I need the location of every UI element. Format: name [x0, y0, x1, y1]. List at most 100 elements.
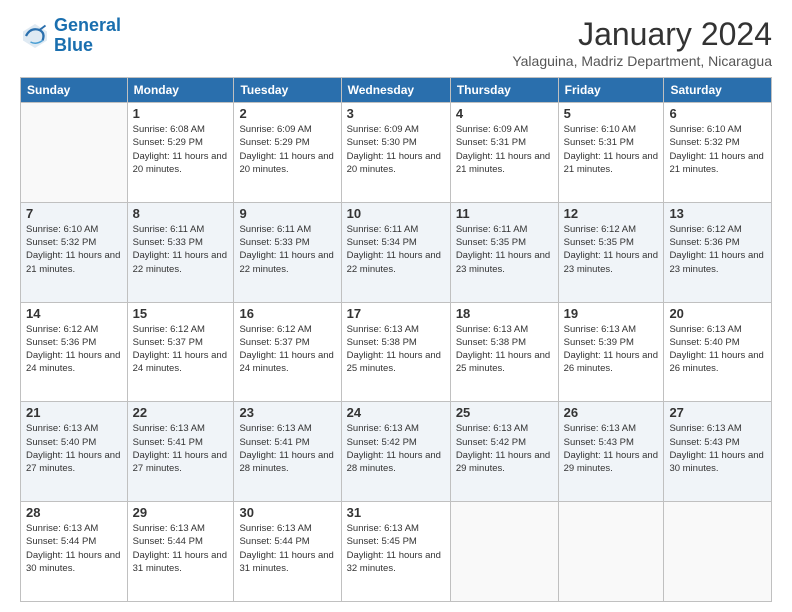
- header-thursday: Thursday: [450, 78, 558, 103]
- cell-week4-day5: 26Sunrise: 6:13 AMSunset: 5:43 PMDayligh…: [558, 402, 664, 502]
- day-info: Sunrise: 6:12 AMSunset: 5:37 PMDaylight:…: [133, 323, 229, 376]
- cell-week2-day6: 13Sunrise: 6:12 AMSunset: 5:36 PMDayligh…: [664, 202, 772, 302]
- day-number: 4: [456, 106, 553, 121]
- logo-line2: Blue: [54, 35, 93, 55]
- cell-week4-day3: 24 Sunrise: 6:13 AMSunset: 5:42 PMDayligh…: [341, 402, 450, 502]
- cell-week5-day0: 28Sunrise: 6:13 AMSunset: 5:44 PMDayligh…: [21, 502, 128, 602]
- cell-week4-day0: 21 Sunrise: 6:13 AMSunset: 5:40 PMDayligh…: [21, 402, 128, 502]
- cell-week3-day2: 16 Sunrise: 6:12 AMSunset: 5:37 PMDayligh…: [234, 302, 341, 402]
- cell-week4-day4: 25Sunrise: 6:13 AMSunset: 5:42 PMDayligh…: [450, 402, 558, 502]
- cell-week1-day5: 5 Sunrise: 6:10 AMSunset: 5:31 PMDaylight…: [558, 103, 664, 203]
- day-info: Sunrise: 6:12 AMSunset: 5:35 PMDaylight:…: [564, 223, 659, 276]
- week-row-5: 28Sunrise: 6:13 AMSunset: 5:44 PMDayligh…: [21, 502, 772, 602]
- day-number: 2: [239, 106, 335, 121]
- cell-week3-day0: 14 Sunrise: 6:12 AMSunset: 5:36 PMDayligh…: [21, 302, 128, 402]
- page: General Blue January 2024 Yalaguina, Mad…: [0, 0, 792, 612]
- day-number: 12: [564, 206, 659, 221]
- cell-week2-day1: 8 Sunrise: 6:11 AMSunset: 5:33 PMDaylight…: [127, 202, 234, 302]
- day-number: 21: [26, 405, 122, 420]
- week-row-2: 7Sunrise: 6:10 AMSunset: 5:32 PMDaylight…: [21, 202, 772, 302]
- day-number: 25: [456, 405, 553, 420]
- cell-week3-day3: 17 Sunrise: 6:13 AMSunset: 5:38 PMDayligh…: [341, 302, 450, 402]
- location-subtitle: Yalaguina, Madriz Department, Nicaragua: [512, 53, 772, 69]
- cell-week5-day3: 31 Sunrise: 6:13 AMSunset: 5:45 PMDayligh…: [341, 502, 450, 602]
- day-number: 8: [133, 206, 229, 221]
- day-number: 9: [239, 206, 335, 221]
- cell-week1-day4: 4 Sunrise: 6:09 AMSunset: 5:31 PMDaylight…: [450, 103, 558, 203]
- day-number: 19: [564, 306, 659, 321]
- day-info: Sunrise: 6:13 AMSunset: 5:38 PMDaylight:…: [456, 323, 553, 376]
- cell-week3-day5: 19 Sunrise: 6:13 AMSunset: 5:39 PMDayligh…: [558, 302, 664, 402]
- cell-week5-day2: 30Sunrise: 6:13 AMSunset: 5:44 PMDayligh…: [234, 502, 341, 602]
- day-info: Sunrise: 6:11 AMSunset: 5:35 PMDaylight:…: [456, 223, 553, 276]
- day-info: Sunrise: 6:13 AMSunset: 5:44 PMDaylight:…: [133, 522, 229, 575]
- day-info: Sunrise: 6:13 AMSunset: 5:42 PMDaylight:…: [347, 422, 445, 475]
- weekday-header-row: Sunday Monday Tuesday Wednesday Thursday…: [21, 78, 772, 103]
- day-info: Sunrise: 6:13 AMSunset: 5:39 PMDaylight:…: [564, 323, 659, 376]
- day-number: 29: [133, 505, 229, 520]
- day-number: 11: [456, 206, 553, 221]
- day-number: 26: [564, 405, 659, 420]
- header-monday: Monday: [127, 78, 234, 103]
- cell-week2-day4: 11 Sunrise: 6:11 AMSunset: 5:35 PMDayligh…: [450, 202, 558, 302]
- day-info: Sunrise: 6:11 AMSunset: 5:33 PMDaylight:…: [239, 223, 335, 276]
- day-info: Sunrise: 6:13 AMSunset: 5:44 PMDaylight:…: [26, 522, 122, 575]
- day-number: 10: [347, 206, 445, 221]
- cell-week3-day6: 20 Sunrise: 6:13 AMSunset: 5:40 PMDayligh…: [664, 302, 772, 402]
- day-number: 1: [133, 106, 229, 121]
- day-info: Sunrise: 6:13 AMSunset: 5:40 PMDaylight:…: [26, 422, 122, 475]
- day-number: 22: [133, 405, 229, 420]
- day-info: Sunrise: 6:10 AMSunset: 5:32 PMDaylight:…: [26, 223, 122, 276]
- cell-week1-day1: 1 Sunrise: 6:08 AMSunset: 5:29 PMDaylight…: [127, 103, 234, 203]
- cell-week4-day6: 27Sunrise: 6:13 AMSunset: 5:43 PMDayligh…: [664, 402, 772, 502]
- day-info: Sunrise: 6:13 AMSunset: 5:40 PMDaylight:…: [669, 323, 766, 376]
- cell-week3-day4: 18Sunrise: 6:13 AMSunset: 5:38 PMDayligh…: [450, 302, 558, 402]
- header-friday: Friday: [558, 78, 664, 103]
- header-sunday: Sunday: [21, 78, 128, 103]
- logo-icon: [20, 21, 50, 51]
- day-number: 15: [133, 306, 229, 321]
- day-info: Sunrise: 6:11 AMSunset: 5:34 PMDaylight:…: [347, 223, 445, 276]
- day-number: 24: [347, 405, 445, 420]
- day-info: Sunrise: 6:13 AMSunset: 5:38 PMDaylight:…: [347, 323, 445, 376]
- day-info: Sunrise: 6:09 AMSunset: 5:31 PMDaylight:…: [456, 123, 553, 176]
- day-number: 23: [239, 405, 335, 420]
- month-title: January 2024: [512, 16, 772, 53]
- day-info: Sunrise: 6:11 AMSunset: 5:33 PMDaylight:…: [133, 223, 229, 276]
- cell-week4-day2: 23 Sunrise: 6:13 AMSunset: 5:41 PMDayligh…: [234, 402, 341, 502]
- day-info: Sunrise: 6:08 AMSunset: 5:29 PMDaylight:…: [133, 123, 229, 176]
- header: General Blue January 2024 Yalaguina, Mad…: [20, 16, 772, 69]
- header-tuesday: Tuesday: [234, 78, 341, 103]
- day-number: 14: [26, 306, 122, 321]
- day-info: Sunrise: 6:13 AMSunset: 5:45 PMDaylight:…: [347, 522, 445, 575]
- day-number: 31: [347, 505, 445, 520]
- cell-week1-day0: [21, 103, 128, 203]
- calendar-table: Sunday Monday Tuesday Wednesday Thursday…: [20, 77, 772, 602]
- day-number: 5: [564, 106, 659, 121]
- day-info: Sunrise: 6:13 AMSunset: 5:44 PMDaylight:…: [239, 522, 335, 575]
- day-info: Sunrise: 6:09 AMSunset: 5:29 PMDaylight:…: [239, 123, 335, 176]
- day-number: 20: [669, 306, 766, 321]
- day-info: Sunrise: 6:10 AMSunset: 5:31 PMDaylight:…: [564, 123, 659, 176]
- cell-week5-day5: [558, 502, 664, 602]
- title-block: January 2024 Yalaguina, Madriz Departmen…: [512, 16, 772, 69]
- cell-week2-day5: 12 Sunrise: 6:12 AMSunset: 5:35 PMDayligh…: [558, 202, 664, 302]
- logo-text: General Blue: [54, 16, 121, 56]
- cell-week5-day4: [450, 502, 558, 602]
- day-number: 13: [669, 206, 766, 221]
- logo: General Blue: [20, 16, 121, 56]
- day-info: Sunrise: 6:09 AMSunset: 5:30 PMDaylight:…: [347, 123, 445, 176]
- cell-week4-day1: 22 Sunrise: 6:13 AMSunset: 5:41 PMDayligh…: [127, 402, 234, 502]
- day-info: Sunrise: 6:13 AMSunset: 5:41 PMDaylight:…: [133, 422, 229, 475]
- cell-week3-day1: 15 Sunrise: 6:12 AMSunset: 5:37 PMDayligh…: [127, 302, 234, 402]
- cell-week1-day3: 3Sunrise: 6:09 AMSunset: 5:30 PMDaylight…: [341, 103, 450, 203]
- week-row-4: 21 Sunrise: 6:13 AMSunset: 5:40 PMDayligh…: [21, 402, 772, 502]
- day-info: Sunrise: 6:12 AMSunset: 5:36 PMDaylight:…: [26, 323, 122, 376]
- day-info: Sunrise: 6:13 AMSunset: 5:41 PMDaylight:…: [239, 422, 335, 475]
- day-number: 17: [347, 306, 445, 321]
- header-saturday: Saturday: [664, 78, 772, 103]
- day-number: 27: [669, 405, 766, 420]
- day-number: 16: [239, 306, 335, 321]
- logo-line1: General: [54, 15, 121, 35]
- day-info: Sunrise: 6:12 AMSunset: 5:37 PMDaylight:…: [239, 323, 335, 376]
